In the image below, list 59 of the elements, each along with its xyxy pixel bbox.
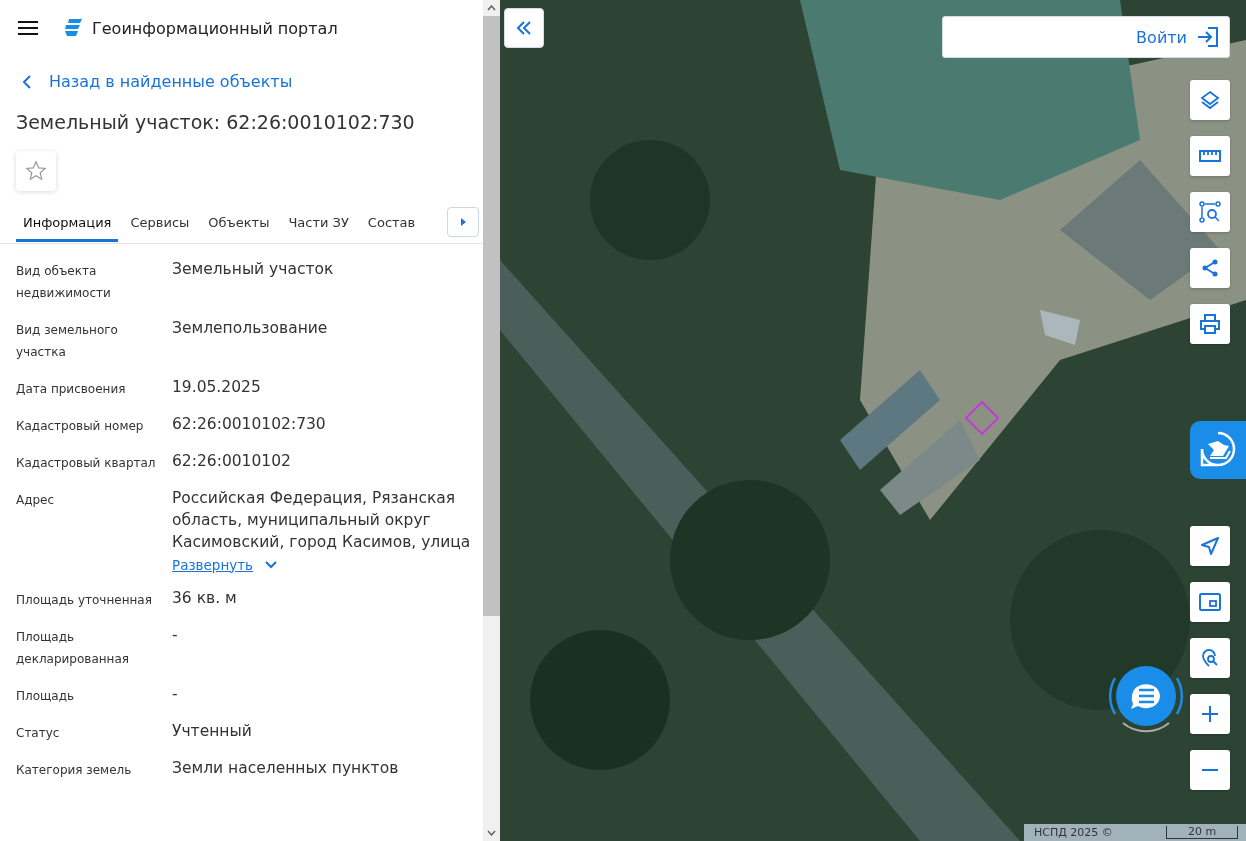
map-attribution: НСПД 2025 © xyxy=(1034,826,1113,839)
scroll-up-icon[interactable] xyxy=(487,5,496,11)
pin-search-icon[interactable] xyxy=(1190,638,1230,678)
plus-icon xyxy=(1201,705,1219,723)
field-value: 36 кв. м xyxy=(172,587,238,609)
field-label: Категория земель xyxy=(16,761,133,779)
back-link[interactable]: Назад в найденные объекты xyxy=(22,72,293,91)
scrollbar[interactable] xyxy=(483,0,500,841)
cadastre-map-button[interactable] xyxy=(1190,421,1246,479)
field-value: 62:26:0010102 xyxy=(172,450,292,472)
login-button[interactable]: Войти xyxy=(942,16,1230,58)
tab[interactable]: Информация xyxy=(16,206,119,242)
area-search-icon[interactable] xyxy=(1190,192,1230,232)
field-value: Учтенный xyxy=(172,720,253,742)
field-label: Кадастровый номер xyxy=(16,417,145,435)
tab[interactable]: Сервисы xyxy=(123,206,197,242)
minus-icon xyxy=(1201,768,1219,772)
expand-link[interactable]: Развернуть xyxy=(172,556,278,573)
zoom-in-button[interactable] xyxy=(1190,694,1230,734)
field-value: - xyxy=(172,683,179,705)
tab[interactable]: Объекты xyxy=(201,206,277,242)
login-icon xyxy=(1197,27,1219,47)
layers-icon[interactable] xyxy=(1190,80,1230,120)
field-value: 19.05.2025 xyxy=(172,376,262,398)
field-label: Дата присвоения xyxy=(16,380,127,398)
scale-bar: 20 m xyxy=(1166,826,1238,839)
field-value: - xyxy=(172,624,179,646)
ruler-icon[interactable] xyxy=(1190,136,1230,176)
tab[interactable]: Состав xyxy=(360,206,423,242)
chevron-down-icon xyxy=(265,560,278,569)
field-value: Земли населенных пунктов xyxy=(172,757,400,779)
menu-icon[interactable] xyxy=(18,20,38,36)
collapse-panel-button[interactable] xyxy=(504,8,544,48)
field-label: Вид объекта недвижимости xyxy=(16,262,112,302)
field-value: Земельный участок xyxy=(172,258,335,280)
field-label: Площадь уточненная xyxy=(16,591,153,609)
favorite-button[interactable] xyxy=(16,150,56,191)
share-icon[interactable] xyxy=(1190,248,1230,288)
zoom-out-button[interactable] xyxy=(1190,750,1230,790)
field-label: Кадастровый квартал xyxy=(16,454,156,472)
tab[interactable]: Части ЗУ xyxy=(281,206,356,242)
star-icon xyxy=(25,159,47,182)
logo-icon xyxy=(63,18,83,38)
field-label: Площадь xyxy=(16,687,76,705)
double-chevron-left-icon xyxy=(516,21,532,35)
field-value: Землепользование xyxy=(172,317,329,339)
field-label: Площадь декларированная xyxy=(16,628,130,668)
field-value: 62:26:0010102:730 xyxy=(172,413,327,435)
field-value: Российская Федерация, Рязанская область, муниципальный округ Касимовский, город Касимов, улица xyxy=(172,487,472,553)
field-label: Адрес xyxy=(16,491,56,509)
caret-right-icon xyxy=(460,217,466,226)
minimap-icon[interactable] xyxy=(1190,582,1230,622)
chevron-left-icon xyxy=(22,74,32,89)
object-title: Земельный участок: 62:26:0010102:730 xyxy=(16,110,416,133)
print-icon[interactable] xyxy=(1190,304,1230,344)
field-label: Вид земельного участка xyxy=(16,321,119,361)
scroll-down-icon[interactable] xyxy=(487,830,496,836)
field-label: Статус xyxy=(16,724,61,742)
portal-title: Геоинформационный портал xyxy=(92,18,338,38)
